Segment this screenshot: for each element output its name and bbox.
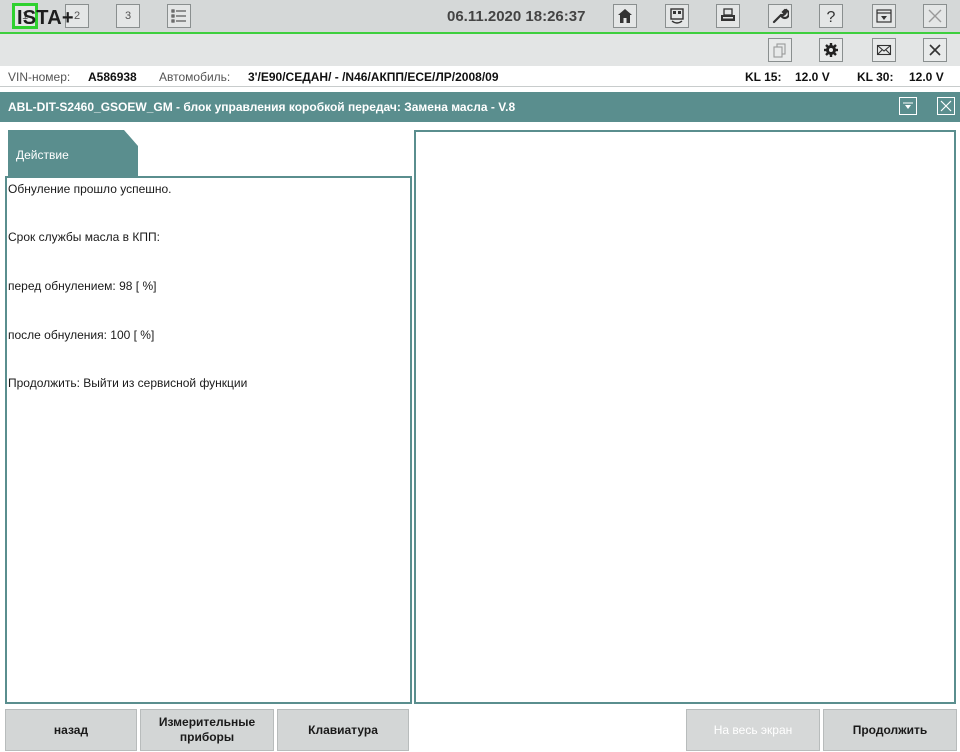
- action-panel: [5, 176, 412, 704]
- action-tab-label: Действие: [16, 148, 69, 162]
- continue-button-label: Продолжить: [852, 722, 928, 737]
- app-title-bar: [0, 34, 960, 66]
- function-minimize-button[interactable]: [899, 97, 917, 115]
- list-button[interactable]: [167, 4, 191, 28]
- message-before-reset: перед обнулением: 98 [ %]: [8, 279, 157, 293]
- session-tab-3[interactable]: 3: [116, 4, 140, 28]
- keyboard-button-label: Клавиатура: [308, 722, 378, 737]
- wrench-icon: [772, 8, 789, 24]
- fullscreen-button-label: На весь экран: [713, 722, 793, 737]
- gear-icon: [824, 43, 838, 57]
- measuring-devices-label: Измерительные приборы: [159, 715, 255, 745]
- keyboard-button[interactable]: Клавиатура: [277, 709, 409, 751]
- wrench-button[interactable]: [768, 4, 792, 28]
- settings-button[interactable]: [819, 38, 843, 62]
- measuring-devices-button[interactable]: Измерительные приборы: [140, 709, 274, 751]
- document-icon: [773, 43, 786, 58]
- back-button[interactable]: назад: [5, 709, 137, 751]
- kl30-value: 12.0 V: [909, 70, 944, 84]
- print-button[interactable]: [716, 4, 740, 28]
- vehicle-info-bar: VIN-номер: A586938 Автомобиль: 3'/E90/СЕ…: [0, 66, 960, 87]
- vin-value: A586938: [88, 70, 137, 84]
- envelope-icon: [876, 44, 892, 56]
- print-icon: [721, 8, 735, 21]
- help-icon: ?: [827, 9, 836, 25]
- close-app-button[interactable]: [923, 4, 947, 28]
- home-button[interactable]: [613, 4, 637, 28]
- home-icon: [618, 9, 632, 23]
- list-icon: [171, 9, 186, 23]
- datetime: 06.11.2020 18:26:37: [447, 8, 586, 25]
- kl15-value: 12.0 V: [795, 70, 830, 84]
- vin-label: VIN-номер:: [8, 70, 71, 84]
- document-button[interactable]: [768, 38, 792, 62]
- svg-text:?: ?: [827, 9, 836, 25]
- function-close-button[interactable]: [937, 97, 955, 115]
- car-value: 3'/E90/СЕДАН/ - /N46/АКПП/ECE/ЛР/2008/09: [248, 70, 499, 84]
- function-title: ABL-DIT-S2460_GSOEW_GM - блок управления…: [8, 100, 516, 114]
- close-icon: [940, 100, 952, 112]
- minimize-icon: [903, 102, 913, 109]
- message-after-reset: после обнуления: 100 [ %]: [8, 328, 155, 342]
- measuring-devices-label-line2: приборы: [179, 730, 235, 744]
- mail-button[interactable]: [872, 38, 896, 62]
- continue-button[interactable]: Продолжить: [823, 709, 957, 751]
- car-label: Автомобиль:: [159, 70, 231, 84]
- kl30-label: KL 30:: [857, 70, 894, 84]
- app-title: ISTA+: [17, 7, 74, 29]
- measuring-devices-label-line1: Измерительные: [158, 715, 256, 729]
- kl15-label: KL 15:: [745, 70, 782, 84]
- function-title-bar: ABL-DIT-S2460_GSOEW_GM - блок управления…: [0, 92, 960, 122]
- close-window-button[interactable]: [923, 38, 947, 62]
- graphics-panel: [414, 130, 956, 704]
- message-oil-life-heading: Срок службы масла в КПП:: [8, 230, 160, 244]
- close-icon: [929, 44, 941, 56]
- vehicle-id-button[interactable]: [665, 4, 689, 28]
- back-button-label: назад: [53, 722, 89, 737]
- help-button[interactable]: ?: [819, 4, 843, 28]
- fullscreen-button[interactable]: На весь экран: [686, 709, 820, 751]
- minimize-icon: [876, 9, 892, 23]
- message-continue-hint: Продолжить: Выйти из сервисной функции: [8, 376, 248, 390]
- session-tab-2-label: 2: [73, 10, 81, 22]
- session-tab-3-label: 3: [124, 10, 132, 22]
- vehicle-id-icon: [670, 8, 684, 24]
- close-icon: [928, 9, 942, 23]
- minimize-button[interactable]: [872, 4, 896, 28]
- message-reset-success: Обнуление прошло успешно.: [8, 182, 172, 196]
